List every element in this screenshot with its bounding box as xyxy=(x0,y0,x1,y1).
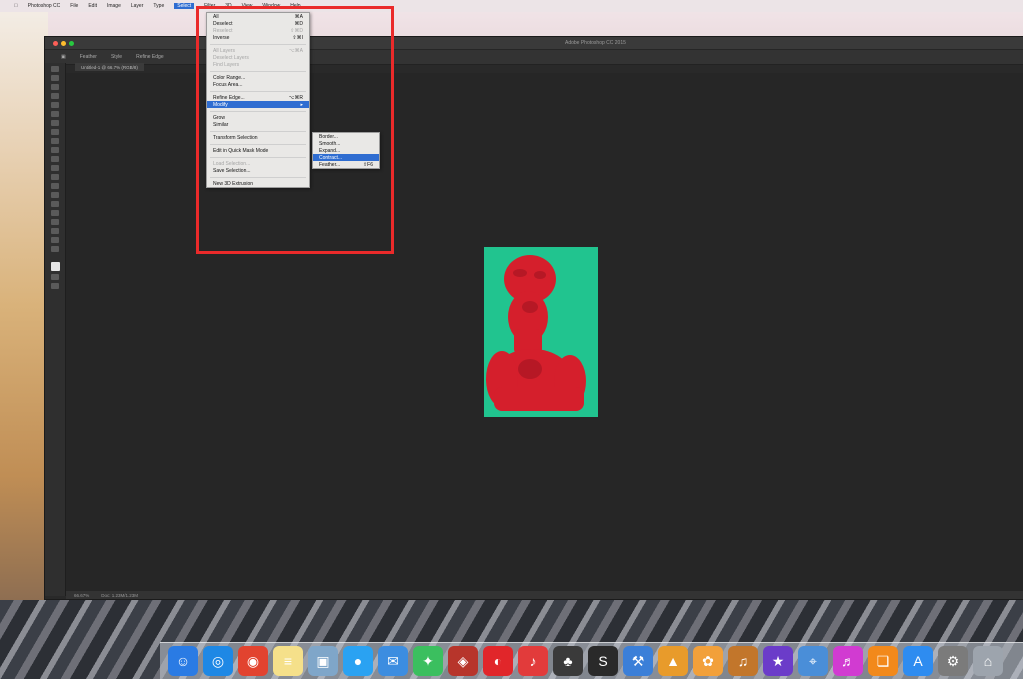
preview-icon[interactable]: ▣ xyxy=(308,646,338,676)
dodge-tool-icon[interactable] xyxy=(51,183,59,189)
mail-icon[interactable]: ✉ xyxy=(378,646,408,676)
imovie-icon[interactable]: ★ xyxy=(763,646,793,676)
quick-selection-tool-icon[interactable] xyxy=(51,93,59,99)
type-tool-icon[interactable] xyxy=(51,201,59,207)
photo-booth-icon[interactable]: ◈ xyxy=(448,646,478,676)
crop-tool-icon[interactable] xyxy=(51,102,59,108)
close-window-button[interactable] xyxy=(53,40,58,46)
notes-icon[interactable]: ≡ xyxy=(273,646,303,676)
finder-icon[interactable]: ☺ xyxy=(168,646,198,676)
option-feather[interactable]: Feather xyxy=(80,54,97,60)
option-refine-edge[interactable]: Refine Edge xyxy=(136,54,164,60)
ibooks-icon[interactable]: ❏ xyxy=(868,646,898,676)
document-size: Doc: 1.23M/1.23M xyxy=(101,592,139,598)
screen-mode-icon[interactable] xyxy=(51,283,59,289)
edit-toolbar-icon[interactable] xyxy=(51,246,59,252)
apple-menu-icon[interactable]:  xyxy=(14,3,18,9)
path-selection-tool-icon[interactable] xyxy=(51,210,59,216)
dock: ☺ ◎ ◉ ≡ ▣ ● ✉ ✦ ◈ ◐ ♪ ♣ S ⚒ ▲ ✿ ♫ ★ ⌖ ♬ ❏ A ⚙ ⌂ xyxy=(160,642,1023,679)
music-app-icon[interactable]: ♪ xyxy=(518,646,548,676)
menu-item-layer[interactable]: Layer xyxy=(131,3,144,9)
eraser-tool-icon[interactable] xyxy=(51,156,59,162)
system-preferences-icon[interactable]: ⚙ xyxy=(938,646,968,676)
zoom-tool-icon[interactable] xyxy=(51,237,59,243)
lasso-tool-icon[interactable] xyxy=(51,84,59,90)
brush-tool-icon[interactable] xyxy=(51,129,59,135)
options-bar: ▣ Feather Style Refine Edge xyxy=(45,49,1023,65)
figure-app-icon[interactable]: ♣ xyxy=(553,646,583,676)
title-bar: Adobe Photoshop CC 2015 xyxy=(45,37,1023,49)
maximize-window-button[interactable] xyxy=(69,40,74,46)
red-figure-illustration xyxy=(486,255,586,411)
quick-mask-icon[interactable] xyxy=(51,274,59,280)
status-bar: 66.67% Doc: 1.23M/1.23M xyxy=(66,591,1023,599)
itunes-icon[interactable]: ♬ xyxy=(833,646,863,676)
tools-panel xyxy=(45,63,66,596)
stamp-tool-icon[interactable] xyxy=(51,138,59,144)
move-tool-icon[interactable] xyxy=(51,66,59,72)
app-store-icon[interactable]: A xyxy=(903,646,933,676)
menu-item-type[interactable]: Type xyxy=(153,3,164,9)
menu-item-file[interactable]: File xyxy=(70,3,78,9)
marquee-tool-icon[interactable] xyxy=(51,75,59,81)
wechat-icon[interactable]: ✦ xyxy=(413,646,443,676)
netease-icon[interactable]: ◐ xyxy=(483,646,513,676)
options-home-icon[interactable]: ▣ xyxy=(61,54,66,60)
blur-tool-icon[interactable] xyxy=(51,174,59,180)
eyedropper-tool-icon[interactable] xyxy=(51,111,59,117)
maps-icon[interactable]: ⌖ xyxy=(798,646,828,676)
menu-item-image[interactable]: Image xyxy=(107,3,121,9)
zoom-level[interactable]: 66.67% xyxy=(74,593,89,598)
annotation-highlight-box xyxy=(196,6,394,254)
keynote-icon[interactable]: ▲ xyxy=(658,646,688,676)
menu-item-app[interactable]: Photoshop CC xyxy=(28,3,61,9)
menu-bar:  Photoshop CC File Edit Image Layer Typ… xyxy=(0,0,1023,12)
guitar-icon[interactable]: ♫ xyxy=(728,646,758,676)
minimize-window-button[interactable] xyxy=(61,40,66,46)
chrome-icon[interactable]: ◉ xyxy=(238,646,268,676)
window-controls xyxy=(45,40,74,46)
window-title: Adobe Photoshop CC 2015 xyxy=(565,40,626,46)
history-brush-tool-icon[interactable] xyxy=(51,147,59,153)
utility-icon[interactable]: ⌂ xyxy=(973,646,1003,676)
shape-tool-icon[interactable] xyxy=(51,219,59,225)
document-image[interactable] xyxy=(484,247,598,417)
menu-item-edit[interactable]: Edit xyxy=(88,3,97,9)
desktop-wallpaper xyxy=(0,0,48,679)
foreground-color-swatch[interactable] xyxy=(50,262,60,271)
safari-icon[interactable]: ◎ xyxy=(203,646,233,676)
healing-tool-icon[interactable] xyxy=(51,120,59,126)
qq-icon[interactable]: ● xyxy=(343,646,373,676)
pen-tool-icon[interactable] xyxy=(51,192,59,198)
xcode-icon[interactable]: ⚒ xyxy=(623,646,653,676)
option-style[interactable]: Style xyxy=(111,54,122,60)
document-tab[interactable]: Untitled-1 @ 66.7% (RGB/8) xyxy=(75,63,144,71)
hand-tool-icon[interactable] xyxy=(51,228,59,234)
menu-item-select[interactable]: Select xyxy=(174,3,195,9)
photos-icon[interactable]: ✿ xyxy=(693,646,723,676)
gradient-tool-icon[interactable] xyxy=(51,165,59,171)
editor-app-icon[interactable]: S xyxy=(588,646,618,676)
